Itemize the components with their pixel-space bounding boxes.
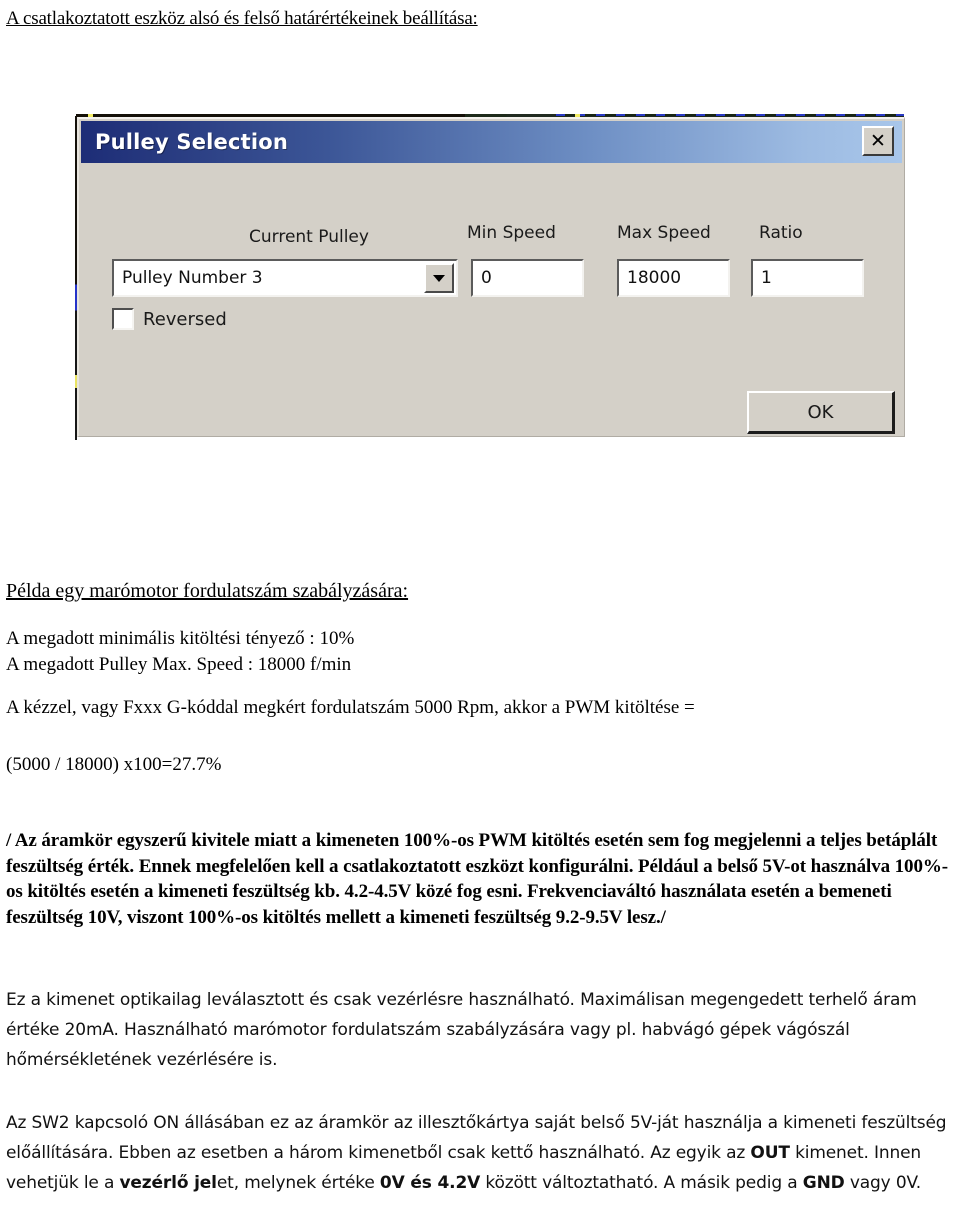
given-values: A megadott minimális kitöltési tényező :… [6,626,354,678]
calculation-result: (5000 / 18000) x100=27.7% [6,754,222,775]
example-heading: Példa egy marómotor fordulatszám szabály… [6,580,409,602]
label-ratio: Ratio [759,223,803,243]
pulley-selection-dialog: Pulley Selection ✕ Current Pulley Min Sp… [77,117,905,437]
optoisolation-paragraph: Ez a kimenet optikailag leválasztott és … [6,990,917,1070]
dialog-title: Pulley Selection [95,130,289,154]
min-speed-input[interactable]: 0 [471,259,584,297]
given-line-2: A megadott Pulley Max. Speed : 18000 f/m… [6,654,352,675]
label-min-speed: Min Speed [467,223,556,243]
bold-note-paragraph: / Az áramkör egyszerű kivitele miatt a k… [6,830,948,928]
sw2-text-5: vagy 0V. [844,1173,922,1193]
max-speed-input[interactable]: 18000 [617,259,730,297]
embedded-screenshot: Pulley Selection ✕ Current Pulley Min Sp… [70,100,910,445]
given-line-1: A megadott minimális kitöltési tényező :… [6,628,355,649]
calculation-sentence: A kézzel, vagy Fxxx G-kóddal megkért for… [6,697,695,718]
reversed-checkbox[interactable]: Reversed [112,308,227,330]
sw2-text-4: között változtatható. A másik pedig a [480,1173,803,1193]
sw2-bold-voltage-range: 0V és 4.2V [379,1173,481,1193]
sw2-bold-out: OUT [750,1143,790,1163]
close-icon[interactable]: ✕ [862,126,894,156]
page-title: A csatlakoztatott eszköz alsó és felső h… [6,8,478,29]
reversed-label: Reversed [143,308,227,330]
sw2-bold-control-signal: vezérlő jel [119,1173,217,1193]
ok-button[interactable]: OK [747,391,895,434]
chevron-down-icon[interactable] [424,263,454,293]
checkbox-box[interactable] [112,308,134,330]
label-max-speed: Max Speed [617,223,711,243]
sw2-bold-gnd: GND [802,1173,845,1193]
current-pulley-value: Pulley Number 3 [122,268,263,288]
current-pulley-combobox[interactable]: Pulley Number 3 [112,259,458,297]
min-speed-value: 0 [481,268,492,288]
ratio-value: 1 [761,268,772,288]
max-speed-value: 18000 [627,268,682,288]
dialog-titlebar[interactable]: Pulley Selection ✕ [81,121,902,163]
ratio-input[interactable]: 1 [751,259,864,297]
sw2-paragraph: Az SW2 kapcsoló ON állásában ez az áramk… [6,1108,956,1198]
label-current-pulley: Current Pulley [249,227,369,247]
sw2-text-3: et, melynek értéke [216,1173,380,1193]
